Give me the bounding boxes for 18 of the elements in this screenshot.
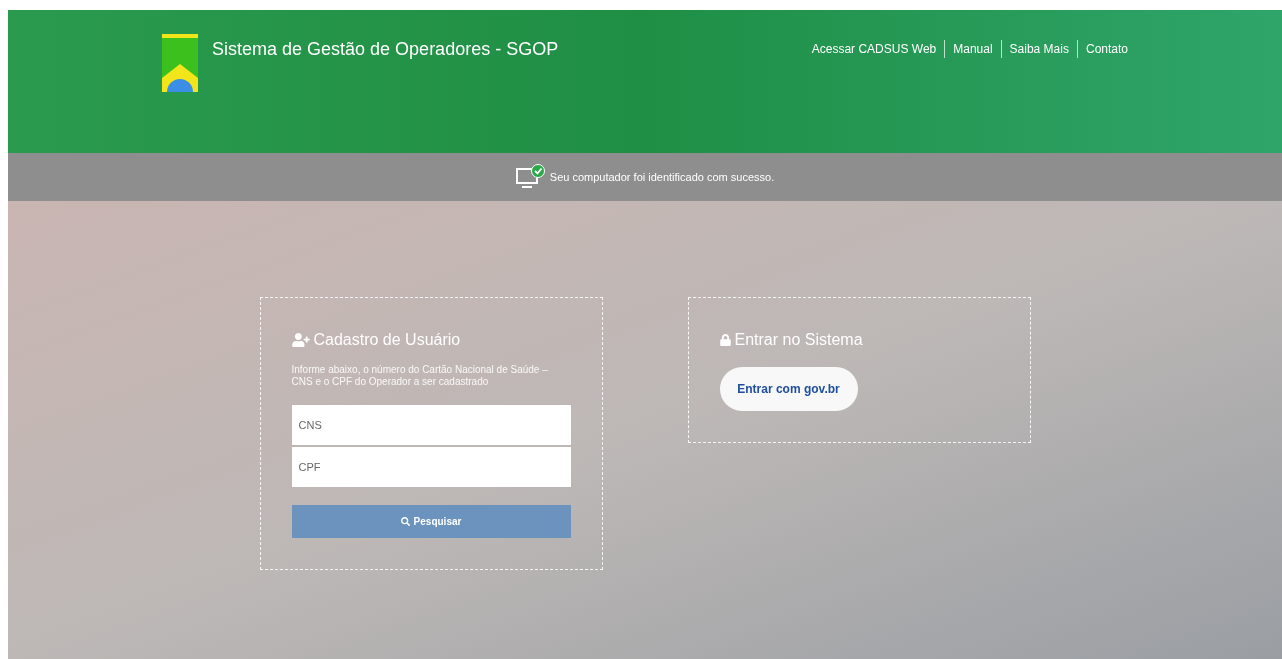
govbr-login-button[interactable]: Entrar com gov.br — [719, 367, 858, 411]
panel-title: Cadastro de Usuário — [313, 330, 461, 350]
app-title: Sistema de Gestão de Operadores - SGOP — [212, 38, 559, 61]
search-icon — [400, 517, 410, 526]
input-field[interactable]: CNS — [291, 405, 571, 445]
user-plus-icon — [291, 333, 310, 347]
nav-link[interactable]: Contato — [1085, 40, 1128, 58]
lock-icon — [719, 334, 731, 346]
input-field[interactable]: CPF — [291, 447, 571, 487]
panel-description: Informe abaixo, o número do Cartão Nacional de Saúde – CNS e o CPF do Operador a ser cadastrado — [291, 364, 549, 388]
notice-text: Seu computador foi identificado com sucesso. — [549, 169, 775, 185]
search-button[interactable]: Pesquisar — [291, 505, 571, 538]
logo-icon — [162, 34, 198, 92]
panel-title: Entrar no Sistema — [734, 330, 863, 350]
nav-link[interactable]: Acessar CADSUS Web — [811, 40, 937, 58]
computer-check-icon — [515, 164, 546, 190]
nav-link[interactable]: Saiba Mais — [1009, 40, 1069, 58]
nav-link[interactable]: Manual — [953, 40, 993, 58]
